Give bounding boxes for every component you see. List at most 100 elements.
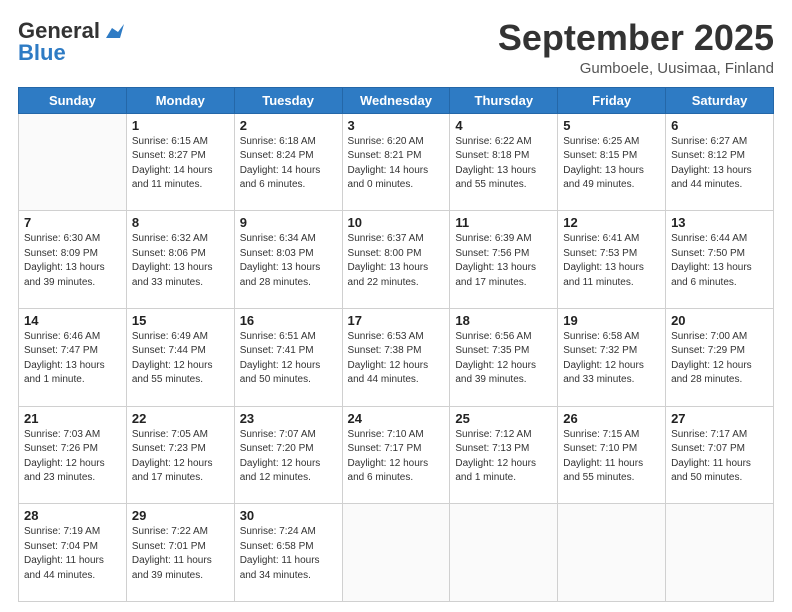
- table-row: [342, 504, 450, 602]
- table-row: 12Sunrise: 6:41 AM Sunset: 7:53 PM Dayli…: [558, 211, 666, 309]
- table-row: 19 Sunrise: 6:58 AM Sunset: 7:32 PM Dayli…: [558, 308, 666, 406]
- table-row: 25 Sunrise: 7:12 AM Sunset: 7:13 PM Dayli…: [450, 406, 558, 504]
- table-row: 30 Sunrise: 7:24 AM Sunset: 6:58 PM Dayli…: [234, 504, 342, 602]
- day-info: Sunrise: 6:25 AM Sunset: 8:15 PM Dayligh…: [563, 135, 660, 193]
- day-number: 25: [455, 411, 552, 426]
- table-row: 6 Sunrise: 6:27 AM Sunset: 8:12 PM Daylig…: [666, 113, 774, 211]
- table-row: 27 Sunrise: 7:17 AM Sunset: 7:07 PM Dayli…: [666, 406, 774, 504]
- day-number: 21: [24, 411, 121, 426]
- day-number: 27: [671, 411, 768, 426]
- day-number: 23: [240, 411, 337, 426]
- day-info: Sunrise: 6:56 AM Sunset: 7:35 PM Dayligh…: [455, 330, 552, 388]
- table-row: 11 Sunrise: 6:39 AM Sunset: 7:56 PM Dayli…: [450, 211, 558, 309]
- day-info: Sunrise: 6:27 AM Sunset: 8:12 PM Dayligh…: [671, 135, 768, 193]
- day-info: Sunrise: 7:24 AM Sunset: 6:58 PM Dayligh…: [240, 525, 337, 583]
- day-info: Sunrise: 6:49 AM Sunset: 7:44 PM Dayligh…: [132, 330, 229, 388]
- day-info: Sunrise: 6:32 AM Sunset: 8:06 PM Dayligh…: [132, 232, 229, 290]
- day-info: Sunrise: 7:03 AM Sunset: 7:26 PM Dayligh…: [24, 428, 121, 486]
- month-title: September 2025: [498, 18, 774, 58]
- day-info: Sunrise: 7:15 AM Sunset: 7:10 PM Dayligh…: [563, 428, 660, 486]
- day-number: 12: [563, 215, 660, 230]
- day-number: 19: [563, 313, 660, 328]
- day-info: Sunrise: 6:18 AM Sunset: 8:24 PM Dayligh…: [240, 135, 337, 193]
- day-info: Sunrise: 6:53 AM Sunset: 7:38 PM Dayligh…: [348, 330, 445, 388]
- table-row: 2 Sunrise: 6:18 AM Sunset: 8:24 PM Daylig…: [234, 113, 342, 211]
- table-row: 3 Sunrise: 6:20 AM Sunset: 8:21 PM Daylig…: [342, 113, 450, 211]
- logo-blue: Blue: [18, 40, 66, 66]
- day-number: 28: [24, 508, 121, 523]
- day-number: 26: [563, 411, 660, 426]
- day-number: 30: [240, 508, 337, 523]
- day-info: Sunrise: 7:07 AM Sunset: 7:20 PM Dayligh…: [240, 428, 337, 486]
- table-row: 10Sunrise: 6:37 AM Sunset: 8:00 PM Dayli…: [342, 211, 450, 309]
- table-row: 21 Sunrise: 7:03 AM Sunset: 7:26 PM Dayli…: [19, 406, 127, 504]
- day-number: 9: [240, 215, 337, 230]
- header-friday: Friday: [558, 87, 666, 113]
- location-subtitle: Gumboele, Uusimaa, Finland: [498, 60, 774, 77]
- day-number: 8: [132, 215, 229, 230]
- table-row: 28 Sunrise: 7:19 AM Sunset: 7:04 PM Dayli…: [19, 504, 127, 602]
- day-info: Sunrise: 6:22 AM Sunset: 8:18 PM Dayligh…: [455, 135, 552, 193]
- table-row: 26 Sunrise: 7:15 AM Sunset: 7:10 PM Dayli…: [558, 406, 666, 504]
- table-row: 13 Sunrise: 6:44 AM Sunset: 7:50 PM Dayli…: [666, 211, 774, 309]
- day-number: 17: [348, 313, 445, 328]
- table-row: 24Sunrise: 7:10 AM Sunset: 7:17 PM Dayli…: [342, 406, 450, 504]
- table-row: 9 Sunrise: 6:34 AM Sunset: 8:03 PM Daylig…: [234, 211, 342, 309]
- day-info: Sunrise: 6:34 AM Sunset: 8:03 PM Dayligh…: [240, 232, 337, 290]
- table-row: [558, 504, 666, 602]
- table-row: [666, 504, 774, 602]
- table-row: [19, 113, 127, 211]
- header-tuesday: Tuesday: [234, 87, 342, 113]
- day-number: 22: [132, 411, 229, 426]
- table-row: 1 Sunrise: 6:15 AM Sunset: 8:27 PM Daylig…: [126, 113, 234, 211]
- day-number: 3: [348, 118, 445, 133]
- day-info: Sunrise: 7:22 AM Sunset: 7:01 PM Dayligh…: [132, 525, 229, 583]
- day-number: 7: [24, 215, 121, 230]
- table-row: 5Sunrise: 6:25 AM Sunset: 8:15 PM Daylig…: [558, 113, 666, 211]
- day-info: Sunrise: 6:58 AM Sunset: 7:32 PM Dayligh…: [563, 330, 660, 388]
- day-info: Sunrise: 6:15 AM Sunset: 8:27 PM Dayligh…: [132, 135, 229, 193]
- table-row: 15Sunrise: 6:49 AM Sunset: 7:44 PM Dayli…: [126, 308, 234, 406]
- day-info: Sunrise: 6:46 AM Sunset: 7:47 PM Dayligh…: [24, 330, 121, 388]
- calendar-table: Sunday Monday Tuesday Wednesday Thursday…: [18, 87, 774, 602]
- header-wednesday: Wednesday: [342, 87, 450, 113]
- header-monday: Monday: [126, 87, 234, 113]
- day-number: 16: [240, 313, 337, 328]
- day-number: 14: [24, 313, 121, 328]
- day-info: Sunrise: 6:44 AM Sunset: 7:50 PM Dayligh…: [671, 232, 768, 290]
- table-row: 23 Sunrise: 7:07 AM Sunset: 7:20 PM Dayli…: [234, 406, 342, 504]
- day-number: 1: [132, 118, 229, 133]
- table-row: 8 Sunrise: 6:32 AM Sunset: 8:06 PM Daylig…: [126, 211, 234, 309]
- day-info: Sunrise: 6:30 AM Sunset: 8:09 PM Dayligh…: [24, 232, 121, 290]
- table-row: 16Sunrise: 6:51 AM Sunset: 7:41 PM Dayli…: [234, 308, 342, 406]
- table-row: 7 Sunrise: 6:30 AM Sunset: 8:09 PM Daylig…: [19, 211, 127, 309]
- table-row: 29 Sunrise: 7:22 AM Sunset: 7:01 PM Dayli…: [126, 504, 234, 602]
- header-thursday: Thursday: [450, 87, 558, 113]
- day-info: Sunrise: 6:39 AM Sunset: 7:56 PM Dayligh…: [455, 232, 552, 290]
- table-row: 18 Sunrise: 6:56 AM Sunset: 7:35 PM Dayli…: [450, 308, 558, 406]
- page: General Blue September 2025 Gumboele, Uu…: [0, 0, 792, 612]
- day-info: Sunrise: 7:12 AM Sunset: 7:13 PM Dayligh…: [455, 428, 552, 486]
- day-number: 29: [132, 508, 229, 523]
- table-row: 20 Sunrise: 7:00 AM Sunset: 7:29 PM Dayli…: [666, 308, 774, 406]
- header-saturday: Saturday: [666, 87, 774, 113]
- day-info: Sunrise: 7:19 AM Sunset: 7:04 PM Dayligh…: [24, 525, 121, 583]
- day-info: Sunrise: 6:20 AM Sunset: 8:21 PM Dayligh…: [348, 135, 445, 193]
- day-number: 6: [671, 118, 768, 133]
- day-number: 2: [240, 118, 337, 133]
- day-number: 4: [455, 118, 552, 133]
- day-info: Sunrise: 7:17 AM Sunset: 7:07 PM Dayligh…: [671, 428, 768, 486]
- weekday-header-row: Sunday Monday Tuesday Wednesday Thursday…: [19, 87, 774, 113]
- table-row: 4 Sunrise: 6:22 AM Sunset: 8:18 PM Daylig…: [450, 113, 558, 211]
- day-number: 13: [671, 215, 768, 230]
- table-row: 14 Sunrise: 6:46 AM Sunset: 7:47 PM Dayli…: [19, 308, 127, 406]
- title-block: September 2025 Gumboele, Uusimaa, Finlan…: [498, 18, 774, 77]
- logo: General Blue: [18, 18, 124, 66]
- day-number: 11: [455, 215, 552, 230]
- day-number: 20: [671, 313, 768, 328]
- day-number: 18: [455, 313, 552, 328]
- day-info: Sunrise: 7:00 AM Sunset: 7:29 PM Dayligh…: [671, 330, 768, 388]
- logo-bird-icon: [102, 24, 124, 40]
- table-row: [450, 504, 558, 602]
- table-row: 22Sunrise: 7:05 AM Sunset: 7:23 PM Dayli…: [126, 406, 234, 504]
